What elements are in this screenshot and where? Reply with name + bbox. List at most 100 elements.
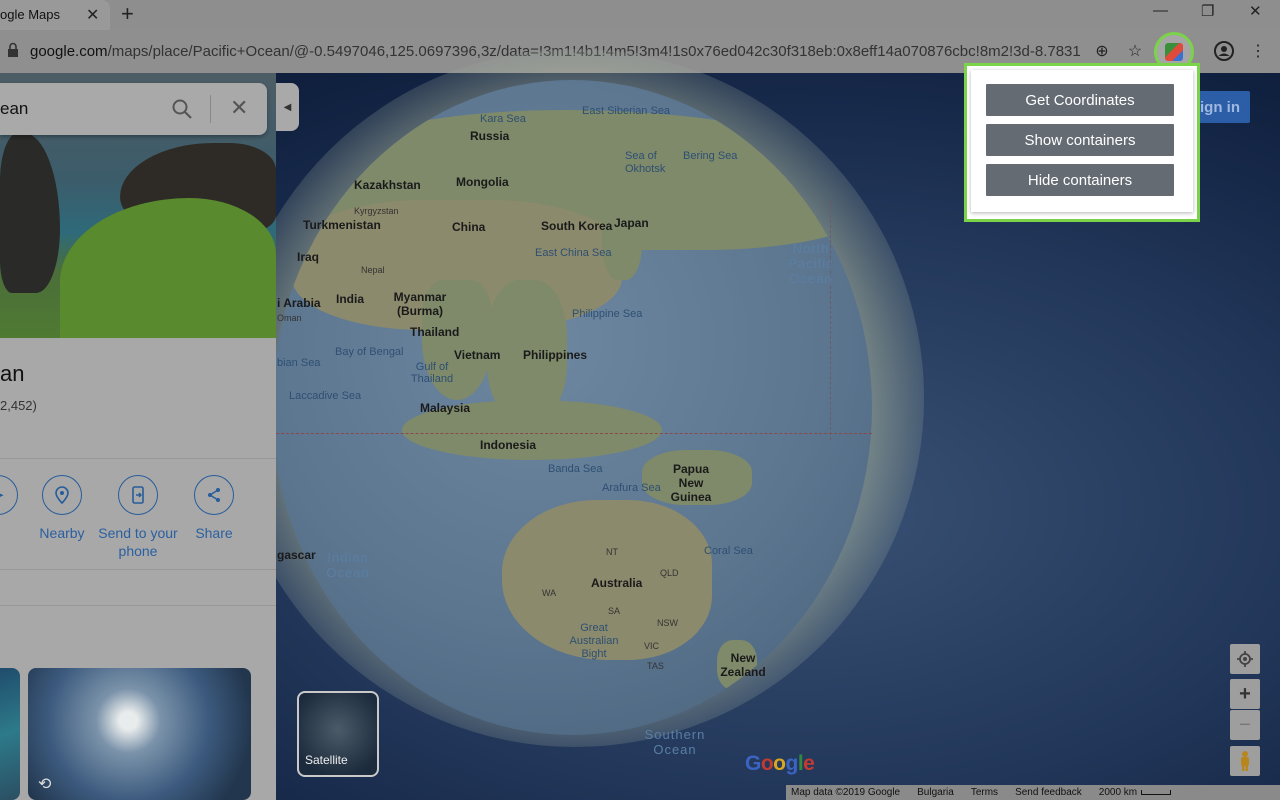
- map-label-vietnam: Vietnam: [454, 348, 501, 362]
- share-button[interactable]: Share: [169, 475, 259, 542]
- map-label-nepal: Nepal: [361, 265, 385, 275]
- region-link[interactable]: Bulgaria: [917, 787, 954, 798]
- collapse-panel-button[interactable]: ◀: [276, 83, 299, 131]
- satellite-label: Satellite: [305, 753, 348, 767]
- my-location-icon: [1237, 651, 1253, 667]
- map-label-gulf-of-thailand: Gulf of Thailand: [410, 361, 454, 385]
- search-icon[interactable]: [170, 97, 194, 121]
- place-title: an: [0, 361, 25, 386]
- zoom-in-button[interactable]: +: [1230, 679, 1260, 709]
- photo-thumbnail[interactable]: [0, 668, 20, 800]
- map-label-wa: WA: [542, 588, 557, 598]
- map-label-philippines: Philippines: [523, 348, 588, 362]
- search-box[interactable]: ean ✕: [0, 83, 267, 135]
- map-label-qld: QLD: [660, 568, 679, 578]
- map-label-kyrgyzstan: Kyrgyzstan: [354, 206, 399, 216]
- directions-icon: ➤: [0, 475, 18, 515]
- tab-close-icon[interactable]: ✕: [86, 5, 99, 25]
- nearby-icon: [42, 475, 82, 515]
- place-panel: ean ✕ an 2,452) ➤ Nearby Send to your ph…: [0, 73, 276, 800]
- extension-popup: Get Coordinates Show containers Hide con…: [971, 70, 1193, 212]
- send-feedback-link[interactable]: Send feedback: [1015, 787, 1082, 798]
- zoom-out-button[interactable]: −: [1230, 710, 1260, 740]
- new-tab-button[interactable]: +: [121, 1, 134, 27]
- map-label-north-pacific-ocean: North Pacific Ocean: [788, 241, 834, 286]
- share-label: Share: [195, 525, 233, 541]
- divider: [0, 458, 276, 459]
- lock-icon: [8, 42, 18, 57]
- scale-bar: [1141, 790, 1172, 795]
- 360-photo-icon: ⟲: [38, 776, 52, 793]
- account-icon[interactable]: [1213, 40, 1235, 62]
- search-input[interactable]: ean: [0, 99, 28, 119]
- map-label-russia: Russia: [470, 129, 510, 143]
- send-to-phone-icon: [118, 475, 158, 515]
- map-label-kara-sea: Kara Sea: [480, 113, 526, 125]
- map-label-nt: NT: [606, 547, 618, 557]
- pegman-icon: [1241, 751, 1249, 771]
- map-label-iraq: Iraq: [297, 250, 320, 264]
- map-label-indonesia: Indonesia: [480, 438, 537, 452]
- tab-title: ogle Maps: [0, 7, 60, 22]
- map-label-indian-ocean: Indian Ocean: [326, 550, 370, 580]
- restore-button[interactable]: ❐: [1201, 2, 1214, 20]
- map-label-sa: SA: [608, 606, 621, 616]
- map-label-oman: Oman: [277, 313, 302, 323]
- map-label-southern-ocean: Southern Ocean: [644, 727, 706, 757]
- menu-icon[interactable]: ⋮: [1247, 40, 1269, 62]
- date-line: [830, 200, 831, 440]
- map-label-great-australian-bight: Great Australian Bight: [569, 622, 619, 660]
- map-label-papua-new-guinea: Papua New Guinea: [670, 462, 712, 504]
- map-data-credit: Map data ©2019 Google: [791, 787, 901, 798]
- hero-foliage: [60, 198, 276, 338]
- search-divider: [210, 95, 211, 123]
- show-containers-button[interactable]: Show containers: [986, 124, 1174, 156]
- my-location-button[interactable]: [1230, 644, 1260, 674]
- divider: [0, 569, 276, 570]
- url-host: google.com: [30, 43, 108, 60]
- map-label-myanmar: Myanmar (Burma): [393, 290, 447, 318]
- google-logo: Google: [745, 752, 815, 775]
- map-label-arabian-sea: bian Sea: [277, 357, 321, 369]
- equator-line: [276, 433, 872, 434]
- extension-icon: [1165, 43, 1183, 61]
- map-label-coral-sea: Coral Sea: [704, 545, 753, 557]
- map-label-new-zealand: New Zealand: [720, 651, 766, 679]
- pegman-button[interactable]: [1230, 746, 1260, 776]
- map-label-japan: Japan: [614, 216, 649, 230]
- map-label-east-china-sea: East China Sea: [535, 247, 612, 259]
- terms-link[interactable]: Terms: [971, 787, 998, 798]
- land-japan: [602, 190, 642, 280]
- star-icon[interactable]: ☆: [1124, 40, 1146, 62]
- map-label-madagascar: gascar: [277, 548, 316, 562]
- map-label-bay-of-bengal: Bay of Bengal: [335, 346, 404, 358]
- map-label-banda-sea: Banda Sea: [548, 463, 603, 475]
- map-label-arafura-sea: Arafura Sea: [602, 482, 661, 494]
- hide-containers-button[interactable]: Hide containers: [986, 164, 1174, 196]
- tab-bar: ogle Maps ✕ + — ❐ ✕: [0, 0, 1280, 30]
- minimize-button[interactable]: —: [1153, 2, 1168, 19]
- satellite-toggle[interactable]: Satellite: [297, 691, 379, 777]
- get-coordinates-button[interactable]: Get Coordinates: [986, 84, 1174, 116]
- place-review-count[interactable]: 2,452): [0, 398, 37, 413]
- scale-label[interactable]: 2000 km: [1099, 787, 1137, 798]
- map-label-philippine-sea: Philippine Sea: [572, 308, 643, 320]
- divider: [0, 605, 276, 606]
- photo-thumbnail[interactable]: ⟲: [28, 668, 251, 800]
- map-label-india: India: [336, 292, 365, 306]
- clear-search-icon[interactable]: ✕: [230, 95, 248, 121]
- map-label-bering-sea: Bering Sea: [683, 150, 738, 162]
- map-label-vic: VIC: [644, 641, 660, 651]
- map-footer: Map data ©2019 Google Bulgaria Terms Sen…: [786, 785, 1280, 800]
- map-label-mongolia: Mongolia: [456, 175, 509, 189]
- map-label-china: China: [452, 220, 486, 234]
- map-label-thailand: Thailand: [410, 325, 460, 339]
- close-window-button[interactable]: ✕: [1249, 2, 1262, 20]
- browser-tab[interactable]: ogle Maps ✕: [0, 0, 110, 30]
- map-label-turkmenistan: Turkmenistan: [303, 218, 381, 232]
- map-label-laccadive-sea: Laccadive Sea: [289, 390, 362, 402]
- extension-popup-highlight: Get Coordinates Show containers Hide con…: [964, 63, 1200, 222]
- map-label-kazakhstan: Kazakhstan: [354, 178, 421, 192]
- zoom-icon[interactable]: ⊕: [1091, 40, 1113, 62]
- map-label-east-siberian-sea: East Siberian Sea: [582, 105, 671, 117]
